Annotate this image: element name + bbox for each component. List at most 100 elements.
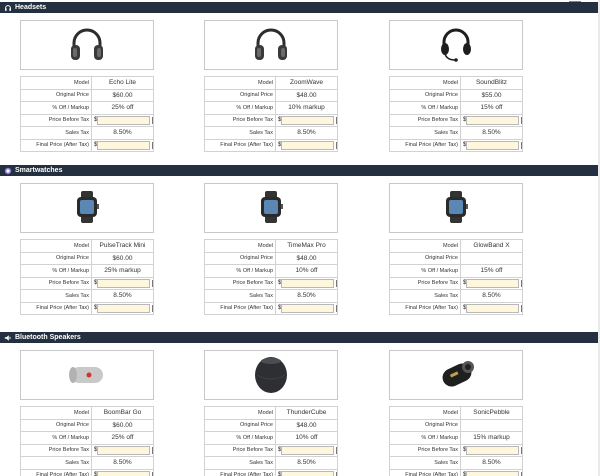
before_tax-row: Price Before Tax $ [389, 113, 523, 127]
model-label: Model [204, 239, 276, 253]
check-checkbox[interactable] [336, 471, 337, 476]
original-row: Original Price [389, 418, 523, 432]
before_tax-input[interactable] [97, 445, 151, 455]
original-value: $60.00 [91, 88, 154, 102]
before_tax-input[interactable] [466, 115, 520, 125]
final-input[interactable] [281, 303, 335, 313]
final-row: Final Price (After Tax) $ [204, 138, 338, 152]
final-input-group: $ [93, 140, 153, 151]
check-checkbox[interactable] [336, 304, 337, 312]
sales_tax-label: Sales Tax [20, 456, 92, 470]
check-checkbox[interactable] [521, 116, 522, 124]
section-header: Headsets [0, 2, 598, 13]
final-cell: $ [275, 468, 338, 476]
check-checkbox[interactable] [152, 141, 153, 149]
offmarkup-label: % Off / Markup [20, 264, 92, 278]
final-input[interactable] [281, 470, 335, 476]
final-cell: $ [275, 138, 338, 152]
check-checkbox[interactable] [521, 141, 522, 149]
offmarkup-row: % Off / Markup 25% off [20, 431, 154, 445]
before_tax-input[interactable] [281, 445, 335, 455]
before_tax-input-group: $ [93, 445, 153, 456]
sales_tax-label: Sales Tax [204, 456, 276, 470]
cylinder-speaker-icon [65, 359, 109, 391]
final-input[interactable] [281, 140, 335, 150]
check-checkbox[interactable] [336, 279, 337, 287]
check-checkbox[interactable] [336, 446, 337, 454]
original-label: Original Price [389, 418, 461, 432]
before_tax-input[interactable] [281, 278, 335, 288]
final-input[interactable] [466, 470, 520, 476]
section-title: Bluetooth Speakers [15, 334, 81, 341]
check-checkbox[interactable] [152, 471, 153, 476]
check-checkbox[interactable] [521, 279, 522, 287]
pricing-table: Model TimeMax Pro Original Price $48.00% Of… [204, 239, 338, 315]
before_tax-input-group: $ [462, 115, 522, 126]
check-checkbox[interactable] [152, 116, 153, 124]
final-label: Final Price (After Tax) [389, 138, 461, 152]
before_tax-label: Price Before Tax [20, 276, 92, 290]
offmarkup-label: % Off / Markup [20, 431, 92, 445]
sales_tax-value: 8.50% [275, 289, 338, 303]
final-cell: $ [275, 301, 338, 315]
before_tax-cell: $ [91, 443, 154, 457]
final-input-group: $ [462, 140, 522, 151]
model-row: Model ThunderCube [204, 406, 338, 420]
before_tax-input[interactable] [97, 115, 151, 125]
offmarkup-row: % Off / Markup 10% off [204, 264, 338, 278]
round-speaker-icon [251, 353, 291, 397]
offmarkup-row: % Off / Markup 10% markup [204, 101, 338, 115]
model-label: Model [204, 406, 276, 420]
final-row: Final Price (After Tax) $ [204, 468, 338, 476]
check-checkbox[interactable] [152, 446, 153, 454]
before_tax-input[interactable] [466, 445, 520, 455]
before_tax-input-group: $ [93, 278, 153, 289]
check-checkbox[interactable] [336, 141, 337, 149]
model-row: Model ZoomWave [204, 76, 338, 90]
offmarkup-row: % Off / Markup 15% markup [389, 431, 523, 445]
before_tax-input[interactable] [466, 278, 520, 288]
model-value: ZoomWave [275, 76, 338, 90]
original-label: Original Price [20, 88, 92, 102]
model-value: GlowBand X [460, 239, 523, 253]
check-checkbox[interactable] [336, 116, 337, 124]
smartwatch-icon [439, 190, 473, 226]
original-row: Original Price $48.00 [204, 418, 338, 432]
check-checkbox[interactable] [152, 279, 153, 287]
check-checkbox[interactable] [521, 446, 522, 454]
before_tax-input-group: $ [462, 445, 522, 456]
before_tax-row: Price Before Tax $ [204, 276, 338, 290]
before_tax-cell: $ [460, 443, 523, 457]
before_tax-input[interactable] [97, 278, 151, 288]
final-cell: $ [460, 468, 523, 476]
final-row: Final Price (After Tax) $ [204, 301, 338, 315]
final-input-group: $ [93, 470, 153, 476]
pricing-table: Model PulseTrack Mini Original Price $60.00… [20, 239, 154, 315]
pricing-table: Model BoomBar Go Original Price $60.00% Off… [20, 406, 154, 476]
final-input[interactable] [97, 303, 151, 313]
offmarkup-value: 25% markup [91, 264, 154, 278]
model-label: Model [389, 76, 461, 90]
check-checkbox[interactable] [152, 304, 153, 312]
final-input[interactable] [97, 470, 151, 476]
before_tax-label: Price Before Tax [20, 113, 92, 127]
check-checkbox[interactable] [521, 471, 522, 476]
section-title: Smartwatches [15, 167, 63, 174]
pricing-table: Model SoundBlitz Original Price $55.00% Off… [389, 76, 523, 152]
original-row: Original Price $48.00 [204, 251, 338, 265]
final-label: Final Price (After Tax) [204, 301, 276, 315]
offmarkup-value: 15% off [460, 101, 523, 115]
final-input[interactable] [466, 303, 520, 313]
final-input[interactable] [466, 140, 520, 150]
before_tax-input-group: $ [93, 115, 153, 126]
original-label: Original Price [389, 88, 461, 102]
watch-icon [4, 167, 12, 175]
before_tax-input[interactable] [281, 115, 335, 125]
model-label: Model [389, 239, 461, 253]
final-cell: $ [460, 301, 523, 315]
product-image-box [204, 350, 338, 400]
final-input[interactable] [97, 140, 151, 150]
final-input-group: $ [462, 303, 522, 314]
check-checkbox[interactable] [521, 304, 522, 312]
final-row: Final Price (After Tax) $ [389, 301, 523, 315]
